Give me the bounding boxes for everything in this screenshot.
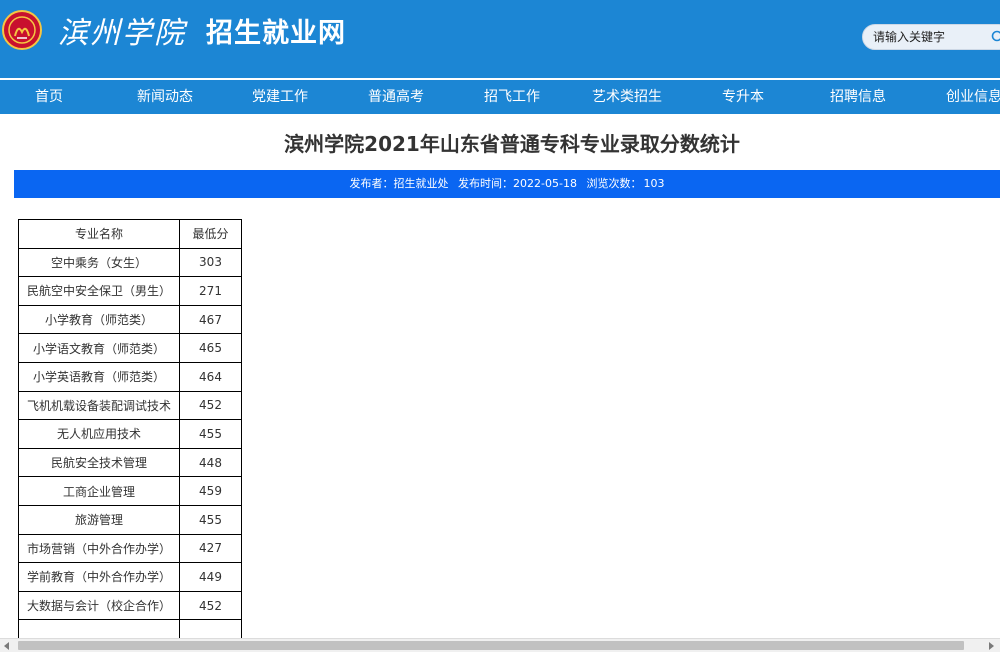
table-row: 大数据与会计（校企合作） 452 (18, 590, 242, 621)
major-name-cell: 学前教育（中外合作办学） (18, 562, 180, 592)
min-score-cell: 467 (179, 304, 242, 335)
min-score-cell: 452 (179, 590, 242, 621)
min-score-cell: 465 (179, 333, 242, 363)
site-header: 滨州学院 招生就业网 (0, 0, 1000, 78)
seal-graphic (8, 16, 36, 44)
views-value: 103 (643, 177, 665, 190)
search-icon[interactable] (991, 30, 1000, 44)
major-name-cell: 市场营销（中外合作办学） (18, 533, 180, 564)
scroll-right-arrow-icon[interactable] (989, 642, 994, 650)
table-row: 市场营销（中外合作办学） 427 (18, 533, 242, 564)
major-name-cell: 小学英语教育（师范类） (18, 361, 180, 392)
min-score-cell: 459 (179, 476, 242, 506)
header-major-name: 专业名称 (18, 219, 180, 249)
table-row: 小学英语教育（师范类） 464 (18, 361, 242, 392)
horizontal-scrollbar[interactable] (0, 638, 1000, 652)
views-label: 浏览次数： (586, 177, 642, 190)
major-name-cell: 工商企业管理 (18, 476, 180, 506)
nav-item-startup-info[interactable]: 创业信息 (946, 80, 1000, 114)
nav-item-news[interactable]: 新闻动态 (137, 80, 193, 114)
nav-item-party-work[interactable]: 党建工作 (252, 80, 308, 114)
university-seal-icon[interactable] (2, 10, 42, 50)
min-score-cell: 449 (179, 562, 242, 592)
major-name-cell: 大数据与会计（校企合作） (18, 590, 180, 621)
min-score-cell: 452 (179, 390, 242, 421)
nav-item-art-admission[interactable]: 艺术类招生 (592, 80, 662, 114)
major-name-cell: 小学语文教育（师范类） (18, 333, 180, 363)
nav-item-job-info[interactable]: 招聘信息 (830, 80, 886, 114)
table-row: 小学教育（师范类） 467 (18, 304, 242, 335)
table-row: 民航安全技术管理 448 (18, 447, 242, 478)
site-name[interactable]: 招生就业网 (206, 14, 346, 54)
table-row: 工商企业管理 459 (18, 476, 242, 506)
major-name-cell: 小学教育（师范类） (18, 304, 180, 335)
search-input[interactable] (873, 28, 983, 46)
major-name-cell: 旅游管理 (18, 504, 180, 535)
main-nav: 首页 新闻动态 党建工作 普通高考 招飞工作 艺术类招生 专升本 招聘信息 创业… (0, 80, 1000, 114)
table-row: 民航空中安全保卫（男生） 271 (18, 276, 242, 306)
publish-time-label: 发布时间： (458, 177, 514, 190)
search-box (862, 24, 1000, 50)
nav-item-pilot-recruitment[interactable]: 招飞工作 (484, 80, 540, 114)
major-name-cell: 民航空中安全保卫（男生） (18, 276, 180, 306)
scrollbar-thumb[interactable] (18, 641, 964, 650)
table-row: 小学语文教育（师范类） 465 (18, 333, 242, 363)
publisher-label: 发布者： (349, 177, 394, 190)
nav-item-college-entrance[interactable]: 普通高考 (368, 80, 424, 114)
major-name-cell: 空中乘务（女生） (18, 247, 180, 278)
min-score-cell: 427 (179, 533, 242, 564)
table-row: 无人机应用技术 455 (18, 419, 242, 449)
major-name-cell: 民航安全技术管理 (18, 447, 180, 478)
major-name-cell: 飞机机载设备装配调试技术 (18, 390, 180, 421)
nav-item-home[interactable]: 首页 (35, 80, 63, 114)
min-score-cell: 271 (179, 276, 242, 306)
header-min-score: 最低分 (179, 219, 242, 249)
table-header-row: 专业名称 最低分 (18, 219, 242, 249)
university-calligraphy-logo[interactable]: 滨州学院 (58, 12, 186, 56)
publisher-value: 招生就业处 (393, 177, 449, 190)
min-score-cell: 455 (179, 419, 242, 449)
publish-time-value: 2022-05-18 (513, 177, 577, 190)
page-title: 滨州学院2021年山东省普通专科专业录取分数统计 (284, 132, 740, 156)
min-score-cell: 303 (179, 247, 242, 278)
table-row: 学前教育（中外合作办学） 449 (18, 562, 242, 592)
article-meta-bar: 发布者：招生就业处 发布时间：2022-05-18 浏览次数： 103 (14, 170, 1000, 198)
nav-item-upgrade-bachelor[interactable]: 专升本 (722, 80, 764, 114)
table-row: 空中乘务（女生） 303 (18, 247, 242, 278)
min-score-cell: 448 (179, 447, 242, 478)
table-row: 旅游管理 455 (18, 504, 242, 535)
min-score-cell: 455 (179, 504, 242, 535)
table-row: 飞机机载设备装配调试技术 452 (18, 390, 242, 421)
scroll-left-arrow-icon[interactable] (4, 642, 9, 650)
score-table: 专业名称 最低分 空中乘务（女生） 303 民航空中安全保卫（男生） 271 小… (18, 219, 242, 649)
major-name-cell: 无人机应用技术 (18, 419, 180, 449)
min-score-cell: 464 (179, 361, 242, 392)
